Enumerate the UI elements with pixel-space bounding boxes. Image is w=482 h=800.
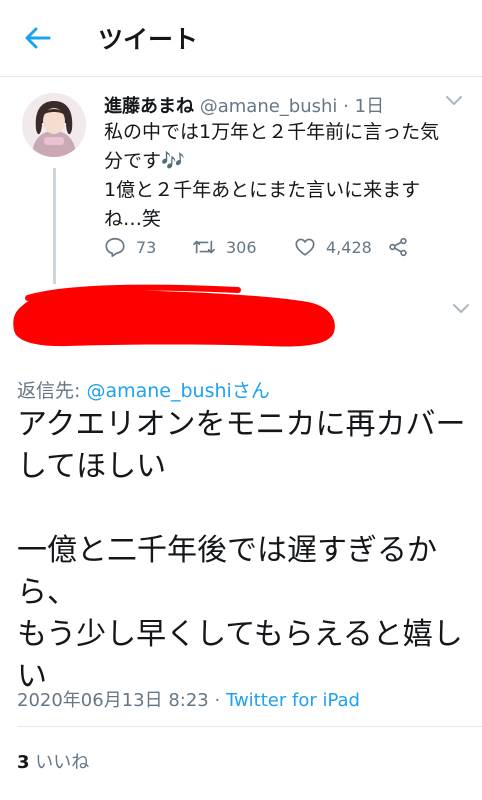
retweet-count: 306 — [226, 237, 257, 257]
retweet-button[interactable]: 306 — [192, 234, 257, 260]
tweet-line: アクエリオンをモニカに再カバー — [17, 407, 466, 442]
likes-summary[interactable]: 3 いいね — [17, 748, 89, 774]
avatar-image — [22, 93, 86, 157]
tweet-line: ら、 — [17, 575, 77, 610]
retweet-icon — [193, 240, 215, 254]
share-button[interactable] — [386, 234, 410, 260]
tweet-line: 一億と二千年後では遅すぎるか — [17, 533, 437, 568]
header-bar: ツイート — [0, 0, 482, 77]
like-count: 4,428 — [326, 237, 372, 257]
parent-tweet-actions: 73 306 4,428 — [104, 234, 424, 260]
page-title: ツイート — [98, 25, 199, 54]
tweet-source-link[interactable]: Twitter for iPad — [226, 690, 360, 711]
tweet-chevron-down-icon[interactable] — [452, 303, 470, 315]
header-separator: · — [343, 96, 349, 117]
author-name[interactable]: 進藤あまね — [104, 96, 194, 117]
reply-icon — [105, 237, 125, 257]
likes-summary-count: 3 — [17, 752, 30, 773]
thread-connector-line — [53, 168, 56, 284]
tweet-line: してほしい — [17, 449, 167, 484]
parent-tweet-line: ね…笑 — [104, 208, 162, 230]
parent-tweet-line: 分です🎶 — [104, 150, 185, 172]
tweet-line: もう少し早くしてもらえると嬉し — [17, 617, 463, 652]
heart-icon — [295, 238, 315, 256]
author-handle[interactable]: @amane_bushi — [200, 96, 338, 117]
meta-separator: · — [208, 690, 226, 711]
redaction-scribble — [13, 284, 335, 347]
reply-count: 73 — [136, 237, 157, 257]
avatar[interactable] — [22, 93, 86, 157]
tweet-time[interactable]: 1日 — [355, 96, 384, 117]
likes-summary-label: いいね — [29, 752, 90, 773]
share-icon — [389, 237, 407, 257]
divider — [17, 726, 482, 727]
tweet-timestamp[interactable]: 2020年06月13日 8:23 — [17, 690, 209, 711]
parent-tweet-line: 私の中では1万年と２千年前に言った気 — [104, 121, 440, 143]
parent-tweet-line: 1億と２千年あとにまた言いに来ます — [104, 179, 421, 201]
replying-to: 返信先: @amane_bushiさん — [17, 376, 270, 403]
reply-button[interactable]: 73 — [104, 234, 156, 260]
reply-mention-suffix: さん — [231, 380, 270, 402]
back-arrow-icon[interactable] — [22, 22, 54, 54]
parent-chevron-down-icon[interactable] — [445, 95, 463, 107]
parent-tweet-text: 私の中では1万年と２千年前に言った気 分です🎶 1億と２千年あとにまた言いに来ま… — [104, 118, 464, 234]
tweet-text: アクエリオンをモニカに再カバー してほしい 一億と二千年後では遅すぎるか ら、 … — [17, 404, 477, 698]
replying-to-label: 返信先: — [17, 380, 87, 402]
parent-tweet-header: 進藤あまね @amane_bushi · 1日 — [104, 92, 384, 118]
reply-mention-link[interactable]: @amane_bushi — [86, 380, 231, 402]
tweet-meta: 2020年06月13日 8:23 · Twitter for iPad — [17, 686, 360, 712]
like-button[interactable]: 4,428 — [294, 234, 372, 260]
